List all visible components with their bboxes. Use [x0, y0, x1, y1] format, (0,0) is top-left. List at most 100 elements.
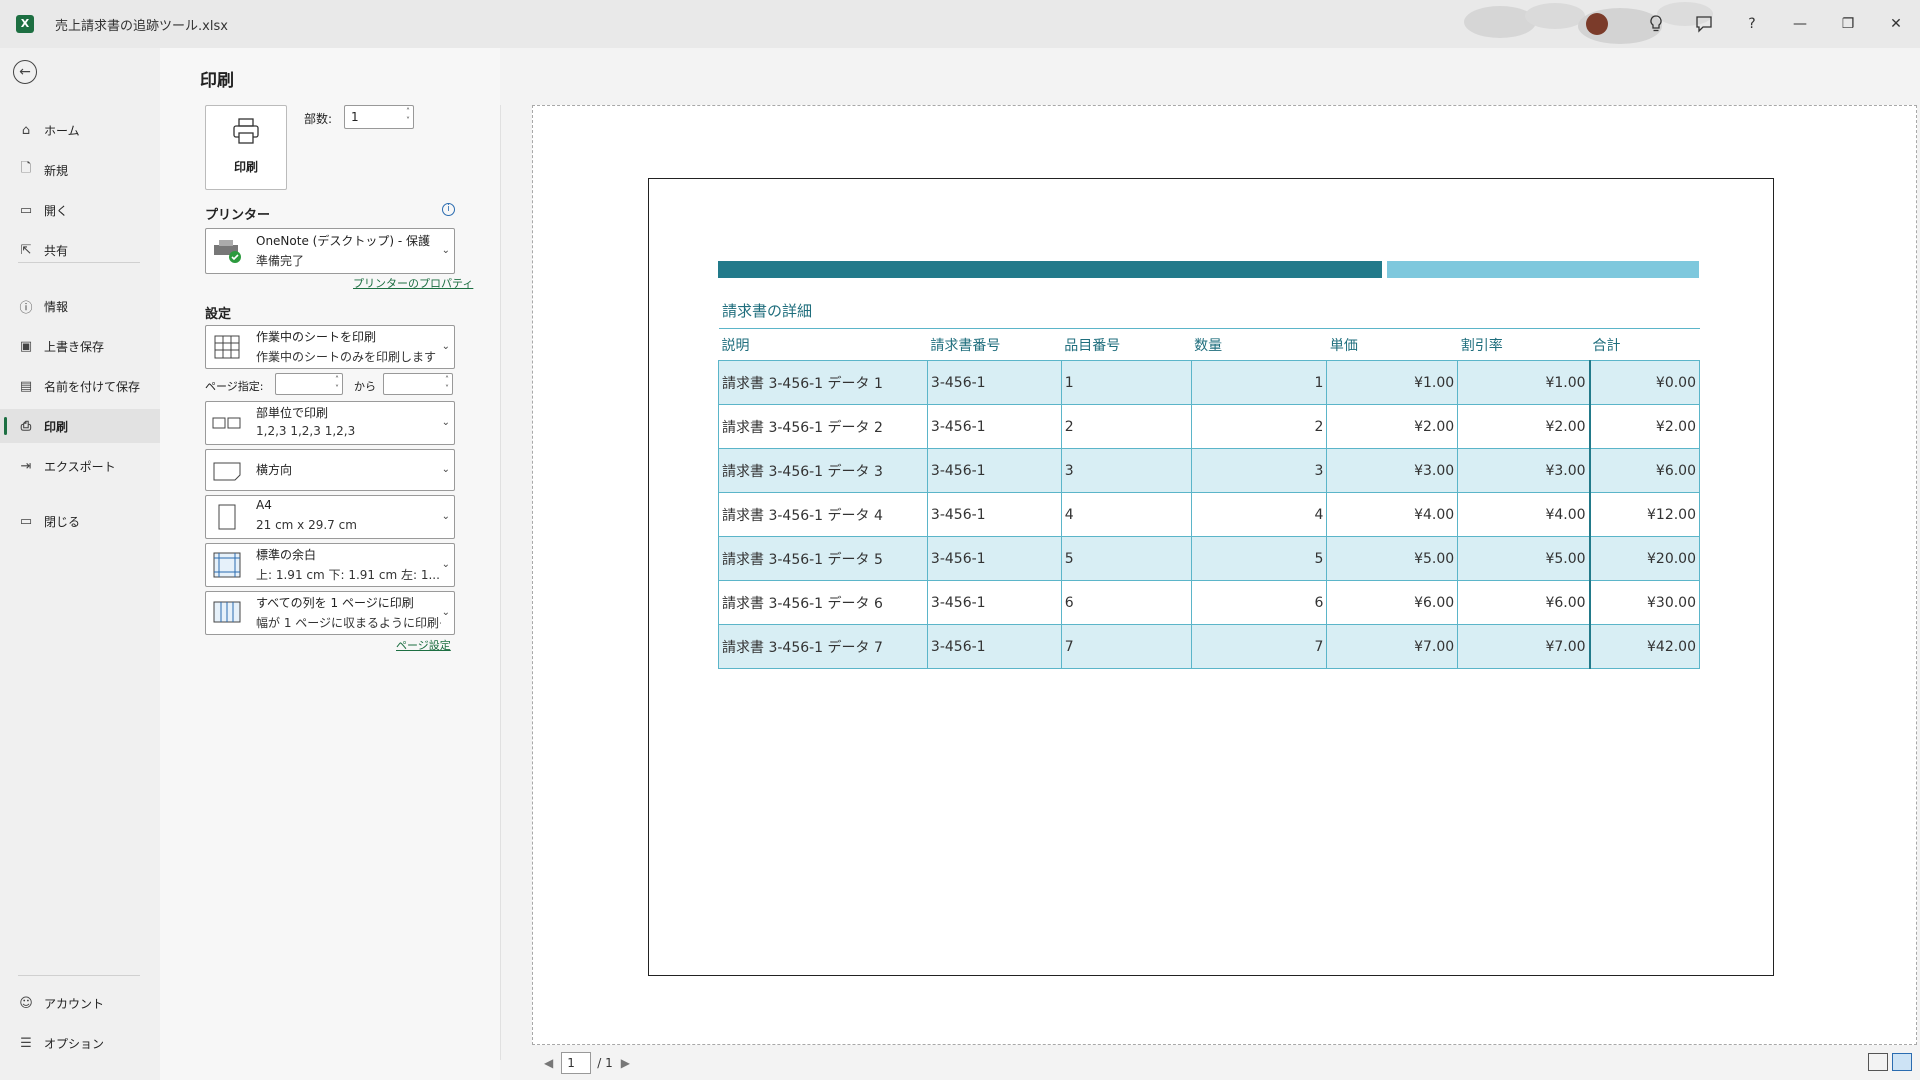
table-cell: ¥2.00 — [1326, 404, 1459, 449]
next-page-icon[interactable]: ▶ — [621, 1056, 630, 1070]
table-cell: 4 — [1060, 492, 1192, 537]
current-page-input[interactable]: 1 — [561, 1052, 592, 1074]
info-icon: ⓘ — [19, 300, 33, 316]
print-what-description: 作業中のシートのみを印刷します — [256, 350, 437, 364]
pages-to-label: から — [354, 380, 376, 393]
table-cell: ¥3.00 — [1326, 448, 1459, 493]
info-icon[interactable]: i — [442, 203, 455, 216]
margins-description: 上: 1.91 cm 下: 1.91 cm 左: 1... — [256, 568, 440, 582]
stepper-arrows-icon[interactable]: ˄ ˅ — [335, 375, 339, 393]
nav-print-label: 印刷 — [44, 419, 69, 434]
orientation-dropdown[interactable]: 横方向 ⌄ — [205, 449, 455, 491]
nav-account[interactable]: ☺ アカウント — [0, 986, 160, 1020]
header-bar-dark — [718, 261, 1382, 278]
table-cell: ¥1.00 — [1457, 360, 1591, 405]
print-what-label: 作業中のシートを印刷 — [256, 330, 377, 344]
pages-to-input[interactable]: ˄ ˅ — [383, 373, 453, 395]
table-row: 請求書 3-456-1 データ 1 3-456-1 1 1 ¥1.00 ¥1.0… — [718, 360, 1700, 405]
page-setup-link[interactable]: ページ設定 — [396, 637, 451, 653]
back-arrow-icon[interactable]: ← — [13, 60, 37, 84]
nav-export[interactable]: ⇥ エクスポート — [0, 449, 160, 483]
excel-logo-icon: X — [16, 15, 34, 33]
table-cell: 請求書 3-456-1 データ 5 — [718, 536, 928, 581]
table-cell: 7 — [1060, 624, 1192, 669]
chevron-down-icon: ⌄ — [441, 607, 450, 618]
scaling-label: すべての列を 1 ページに印刷 — [256, 596, 414, 610]
fit-columns-icon — [212, 600, 242, 626]
nav-new[interactable]: 🗋 新規 — [0, 153, 160, 187]
table-cell: ¥4.00 — [1457, 492, 1591, 537]
user-avatar[interactable] — [1586, 13, 1608, 35]
restore-icon[interactable]: ❐ — [1824, 0, 1872, 48]
table-cell: ¥0.00 — [1588, 360, 1700, 405]
chevron-down-icon: ⌄ — [441, 559, 450, 570]
zoom-to-page-icon[interactable] — [1892, 1053, 1912, 1071]
panel-divider — [500, 105, 501, 1060]
show-margins-icon[interactable] — [1868, 1053, 1888, 1071]
table-cell: ¥20.00 — [1588, 536, 1700, 581]
nav-close[interactable]: ▭ 閉じる — [0, 504, 160, 538]
invoice-table: 説明 請求書番号 品目番号 数量 単価 割引率 合計 請求書 3-456-1 デ… — [718, 328, 1700, 669]
table-cell: ¥5.00 — [1457, 536, 1591, 581]
lightbulb-icon[interactable] — [1632, 0, 1680, 48]
nav-print[interactable]: ⎙ 印刷 — [0, 409, 160, 443]
nav-home[interactable]: ⌂ ホーム — [0, 113, 160, 147]
close-icon[interactable]: ✕ — [1872, 0, 1920, 48]
printer-properties-link[interactable]: プリンターのプロパティ — [353, 275, 473, 291]
nav-close-label: 閉じる — [44, 514, 81, 529]
table-row: 請求書 3-456-1 データ 6 3-456-1 6 6 ¥6.00 ¥6.0… — [718, 580, 1700, 625]
backstage-nav: ← ⌂ ホーム 🗋 新規 ▭ 開く ⇱ 共有 ⓘ 情報 ▣ 上書き保存 ▤ 名前… — [0, 48, 160, 1080]
feedback-icon[interactable] — [1680, 0, 1728, 48]
table-cell: 6 — [1190, 580, 1328, 625]
close-folder-icon: ▭ — [19, 513, 33, 529]
nav-info-label: 情報 — [44, 299, 69, 314]
column-header: 合計 — [1589, 328, 1700, 361]
table-cell: 4 — [1190, 492, 1328, 537]
table-row: 請求書 3-456-1 データ 5 3-456-1 5 5 ¥5.00 ¥5.0… — [718, 536, 1700, 581]
printer-dropdown[interactable]: OneNote (デスクトップ) - 保護 準備完了 ⌄ — [205, 228, 455, 274]
copies-value: 1 — [351, 110, 359, 124]
collation-dropdown[interactable]: 部単位で印刷 1,2,3 1,2,3 1,2,3 ⌄ — [205, 401, 455, 445]
print-button[interactable]: 印刷 — [205, 105, 287, 190]
nav-home-label: ホーム — [44, 123, 80, 138]
table-cell: ¥3.00 — [1457, 448, 1591, 493]
table-cell: ¥1.00 — [1326, 360, 1459, 405]
export-icon: ⇥ — [20, 458, 32, 474]
paper-size-dimensions: 21 cm x 29.7 cm — [256, 518, 357, 532]
nav-options[interactable]: ☰ オプション — [0, 1026, 160, 1060]
table-cell: 請求書 3-456-1 データ 7 — [718, 624, 928, 669]
sheet-title: 請求書の詳細 — [722, 302, 813, 320]
printer-name: OneNote (デスクトップ) - 保護 — [256, 234, 430, 248]
stepper-arrows-icon[interactable]: ˄ ˅ — [445, 375, 449, 393]
nav-info[interactable]: ⓘ 情報 — [0, 289, 160, 323]
table-cell: 3-456-1 — [926, 404, 1062, 449]
column-header: 説明 — [718, 328, 928, 361]
table-cell: ¥6.00 — [1326, 580, 1459, 625]
previous-page-icon[interactable]: ◀ — [544, 1056, 553, 1070]
table-cell: ¥7.00 — [1326, 624, 1459, 669]
scaling-dropdown[interactable]: すべての列を 1 ページに印刷 幅が 1 ページに収まるように印刷イ... ⌄ — [205, 591, 455, 635]
table-cell: ¥2.00 — [1588, 404, 1700, 449]
share-icon: ⇱ — [20, 242, 32, 258]
stepper-arrows-icon[interactable]: ˄ ˅ — [406, 107, 410, 125]
margins-label: 標準の余白 — [256, 548, 317, 562]
help-icon[interactable]: ? — [1728, 0, 1776, 48]
printer-icon: ⎙ — [20, 418, 32, 434]
home-icon: ⌂ — [21, 122, 31, 138]
table-cell: ¥5.00 — [1326, 536, 1459, 581]
paper-size-dropdown[interactable]: A4 21 cm x 29.7 cm ⌄ — [205, 495, 455, 539]
printer-section-label: プリンター — [205, 208, 271, 223]
nav-save-as[interactable]: ▤ 名前を付けて保存 — [0, 369, 160, 403]
nav-save[interactable]: ▣ 上書き保存 — [0, 329, 160, 363]
table-row: 請求書 3-456-1 データ 2 3-456-1 2 2 ¥2.00 ¥2.0… — [718, 404, 1700, 449]
margins-dropdown[interactable]: 標準の余白 上: 1.91 cm 下: 1.91 cm 左: 1... ⌄ — [205, 543, 455, 587]
copies-stepper[interactable]: 1 ˄ ˅ — [344, 105, 414, 129]
nav-open[interactable]: ▭ 開く — [0, 193, 160, 227]
pages-from-input[interactable]: ˄ ˅ — [275, 373, 343, 395]
print-what-dropdown[interactable]: 作業中のシートを印刷 作業中のシートのみを印刷します ⌄ — [205, 325, 455, 369]
settings-section-label: 設定 — [205, 307, 232, 322]
nav-options-label: オプション — [44, 1036, 105, 1051]
chevron-down-icon: ⌄ — [441, 464, 450, 475]
table-cell: 6 — [1060, 580, 1192, 625]
minimize-icon[interactable]: — — [1776, 0, 1824, 48]
